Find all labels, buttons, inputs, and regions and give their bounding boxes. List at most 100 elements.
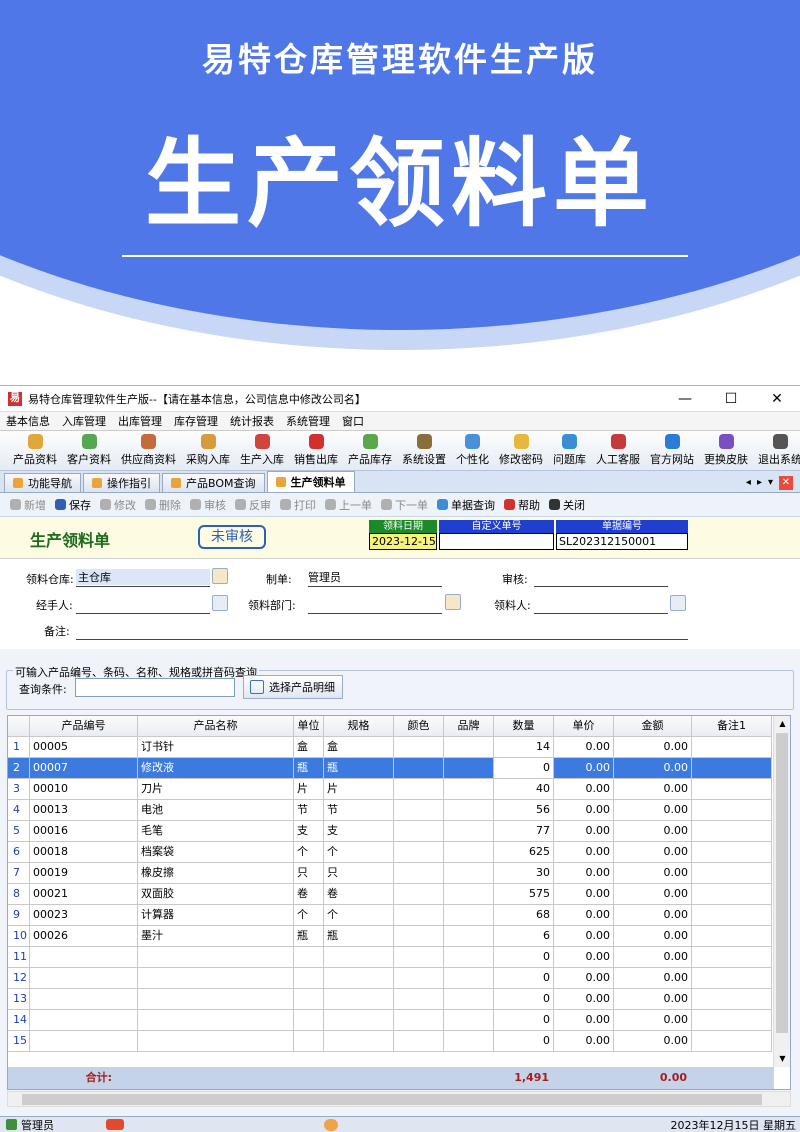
cell-品牌[interactable] [444, 779, 494, 799]
cell-备注1[interactable] [692, 947, 772, 967]
table-row[interactable]: 9 00023 计算器个个 68 0.00 0.00 [8, 905, 772, 926]
cell-品牌[interactable] [444, 947, 494, 967]
cell-row-number[interactable]: 15 [8, 1031, 30, 1051]
cell-row-number[interactable]: 14 [8, 1010, 30, 1030]
cell-数量[interactable]: 0 [494, 968, 554, 988]
cell-品牌[interactable] [444, 863, 494, 883]
grid-horizontal-scrollbar[interactable] [7, 1091, 791, 1107]
cell-颜色[interactable] [394, 947, 444, 967]
tab-0[interactable]: 功能导航 [4, 473, 81, 492]
column-header-9[interactable]: 金额 [614, 716, 692, 736]
cell-规格[interactable]: 片 [324, 779, 394, 799]
cell-品牌[interactable] [444, 842, 494, 862]
cell-规格[interactable] [324, 1010, 394, 1030]
cell-颜色[interactable] [394, 884, 444, 904]
action-button-0[interactable]: 新增 [10, 497, 46, 513]
table-row[interactable]: 8 00021 双面胶卷卷 575 0.00 0.00 [8, 884, 772, 905]
warehouse-pick-icon[interactable] [212, 568, 228, 584]
cell-数量[interactable]: 68 [494, 905, 554, 925]
cell-单价[interactable]: 0.00 [554, 947, 614, 967]
cell-规格[interactable]: 只 [324, 863, 394, 883]
cell-产品编号[interactable]: 00016 [30, 821, 138, 841]
cell-产品名称[interactable]: 档案袋 [138, 842, 294, 862]
menu-item-1[interactable]: 入库管理 [56, 413, 112, 429]
toolbar-button-6[interactable]: 产品库存 [343, 434, 397, 470]
action-button-9[interactable]: 单据查询 [437, 497, 495, 513]
cell-金额[interactable]: 0.00 [614, 758, 692, 778]
cell-备注1[interactable] [692, 905, 772, 925]
action-button-4[interactable]: 审核 [190, 497, 226, 513]
cell-颜色[interactable] [394, 779, 444, 799]
remark-field[interactable] [76, 639, 688, 640]
column-header-2[interactable]: 产品名称 [138, 716, 294, 736]
cell-规格[interactable]: 盒 [324, 737, 394, 757]
cell-产品名称[interactable]: 双面胶 [138, 884, 294, 904]
cell-规格[interactable]: 瓶 [324, 758, 394, 778]
cell-备注1[interactable] [692, 779, 772, 799]
handler-field[interactable] [76, 613, 210, 614]
cell-单价[interactable]: 0.00 [554, 989, 614, 1009]
action-button-1[interactable]: 保存 [55, 497, 91, 513]
cell-单位[interactable]: 瓶 [294, 758, 324, 778]
table-row[interactable]: 1 00005 订书针盒盒 14 0.00 0.00 [8, 737, 772, 758]
column-header-3[interactable]: 单位 [294, 716, 324, 736]
column-header-5[interactable]: 颜色 [394, 716, 444, 736]
tab-menu-icon[interactable]: ▾ [768, 477, 773, 488]
toolbar-button-14[interactable]: 退出系统 [753, 434, 800, 470]
cell-品牌[interactable] [444, 821, 494, 841]
cell-row-number[interactable]: 5 [8, 821, 30, 841]
cell-品牌[interactable] [444, 1010, 494, 1030]
cell-数量[interactable]: 0 [494, 947, 554, 967]
tab-3[interactable]: 生产领料单 [266, 471, 355, 492]
cell-产品名称[interactable]: 刀片 [138, 779, 294, 799]
cell-产品编号[interactable]: 00013 [30, 800, 138, 820]
column-header-6[interactable]: 品牌 [444, 716, 494, 736]
cell-单价[interactable]: 0.00 [554, 1031, 614, 1051]
cell-产品名称[interactable] [138, 968, 294, 988]
tab-1[interactable]: 操作指引 [83, 473, 160, 492]
action-button-2[interactable]: 修改 [100, 497, 136, 513]
cell-颜色[interactable] [394, 842, 444, 862]
column-header-4[interactable]: 规格 [324, 716, 394, 736]
cell-品牌[interactable] [444, 884, 494, 904]
cell-单价[interactable]: 0.00 [554, 884, 614, 904]
cell-金额[interactable]: 0.00 [614, 1010, 692, 1030]
scroll-thumb[interactable] [776, 733, 788, 1033]
table-row[interactable]: 4 00013 电池节节 56 0.00 0.00 [8, 800, 772, 821]
cell-数量[interactable]: 0 [494, 758, 554, 778]
cell-规格[interactable]: 瓶 [324, 926, 394, 946]
cell-单位[interactable]: 支 [294, 821, 324, 841]
table-row[interactable]: 14 0 0.00 0.00 [8, 1010, 772, 1031]
cell-颜色[interactable] [394, 737, 444, 757]
cell-row-number[interactable]: 2 [8, 758, 30, 778]
cell-金额[interactable]: 0.00 [614, 989, 692, 1009]
cell-规格[interactable] [324, 968, 394, 988]
tab-next-icon[interactable]: ▸ [757, 477, 762, 488]
toolbar-button-2[interactable]: 供应商资料 [116, 434, 181, 470]
cell-单位[interactable] [294, 989, 324, 1009]
cell-产品编号[interactable]: 00007 [30, 758, 138, 778]
table-row[interactable]: 13 0 0.00 0.00 [8, 989, 772, 1010]
cell-数量[interactable]: 0 [494, 1010, 554, 1030]
custom-no-field[interactable] [439, 533, 554, 550]
grid-vertical-scrollbar[interactable]: ▲ ▼ [773, 716, 790, 1067]
menu-item-0[interactable]: 基本信息 [0, 413, 56, 429]
cell-品牌[interactable] [444, 968, 494, 988]
cell-备注1[interactable] [692, 737, 772, 757]
dept-field[interactable] [308, 613, 442, 614]
customer-service-icon[interactable] [324, 1118, 338, 1131]
cell-金额[interactable]: 0.00 [614, 800, 692, 820]
cell-金额[interactable]: 0.00 [614, 737, 692, 757]
maximize-button[interactable]: ☐ [708, 391, 754, 407]
cell-单位[interactable] [294, 947, 324, 967]
cell-备注1[interactable] [692, 800, 772, 820]
cell-数量[interactable]: 0 [494, 989, 554, 1009]
cell-颜色[interactable] [394, 905, 444, 925]
cell-row-number[interactable]: 11 [8, 947, 30, 967]
toolbar-button-4[interactable]: 生产入库 [235, 434, 289, 470]
cell-数量[interactable]: 625 [494, 842, 554, 862]
cell-金额[interactable]: 0.00 [614, 821, 692, 841]
cell-row-number[interactable]: 1 [8, 737, 30, 757]
cell-金额[interactable]: 0.00 [614, 884, 692, 904]
tab-close-icon[interactable]: ✕ [779, 475, 793, 490]
